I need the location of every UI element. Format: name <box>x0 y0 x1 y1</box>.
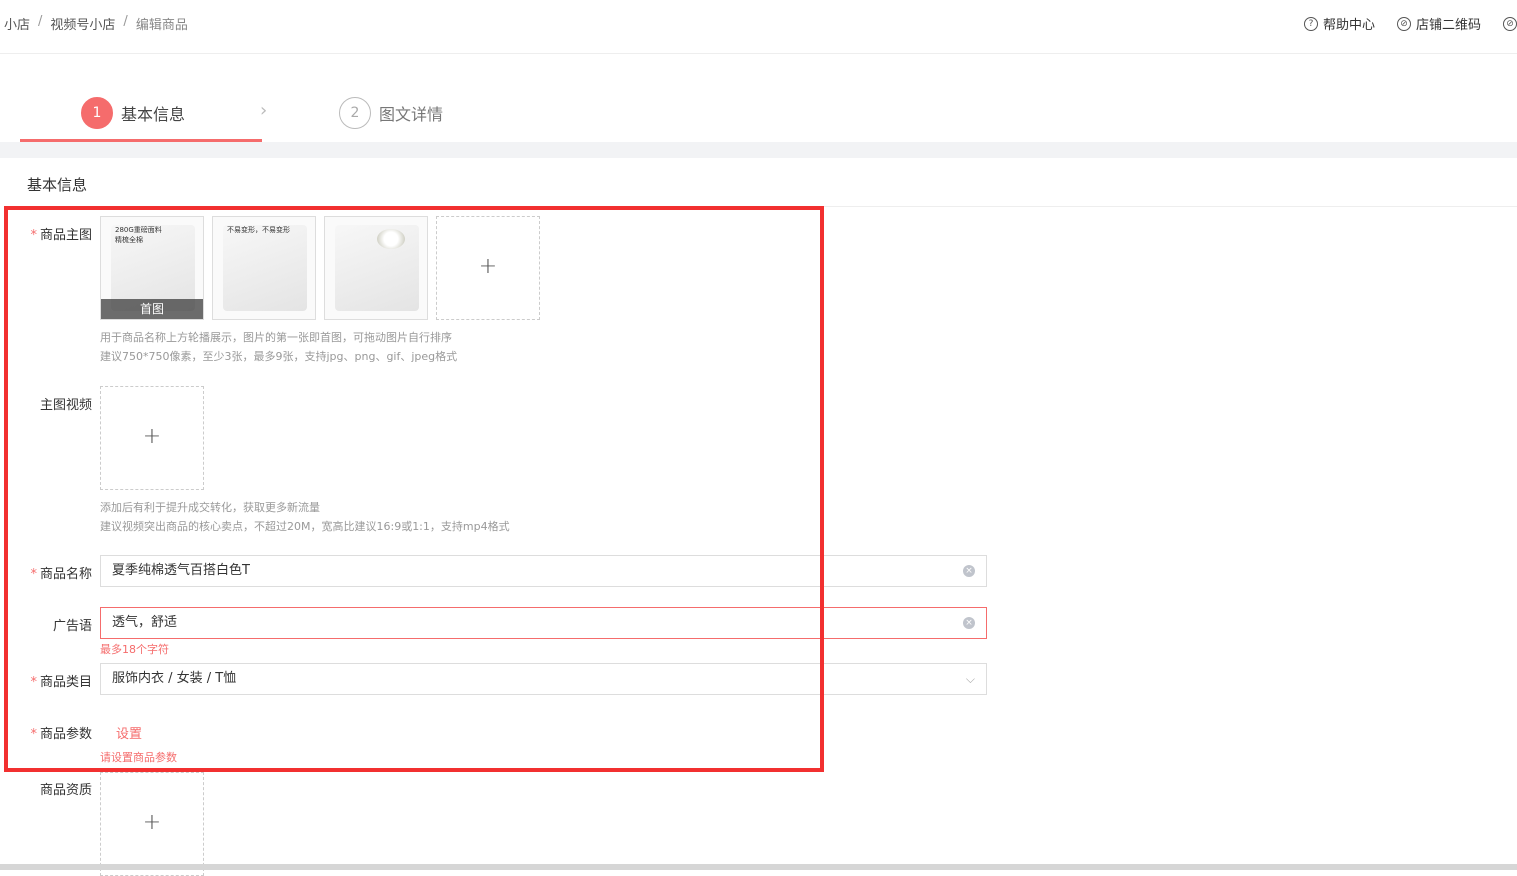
required-mark: * <box>30 675 37 690</box>
image-caption: 280G重磅面料 精梳全棉 <box>115 226 162 244</box>
slogan-input[interactable]: 透气，舒适 × <box>100 607 987 639</box>
more-link[interactable]: ⊘ <box>1503 14 1517 33</box>
clear-icon[interactable]: × <box>963 565 975 577</box>
product-name-input[interactable]: 夏季纯棉透气百搭白色T × <box>100 555 987 587</box>
shop-qrcode-link[interactable]: ⊘ 店铺二维码 <box>1396 14 1481 33</box>
link-icon: ⊘ <box>1396 16 1411 31</box>
add-image-button[interactable]: + <box>436 216 540 320</box>
chevron-right-icon: › <box>260 100 268 121</box>
cotton-flower-image <box>377 229 405 249</box>
top-actions: ? 帮助中心 ⊘ 店铺二维码 ⊘ <box>1303 14 1517 33</box>
main-image-thumb[interactable]: 280G重磅面料 精梳全棉 首图 <box>100 216 204 320</box>
section-title: 基本信息 <box>27 176 88 194</box>
divider-band <box>0 142 1517 158</box>
main-image-thumb[interactable]: 不易变形，不易变形 <box>212 216 316 320</box>
main-image-label: * 商品主图 <box>30 228 92 243</box>
input-value: 透气，舒适 <box>112 615 178 630</box>
select-value: 服饰内衣 / 女装 / T恤 <box>112 671 237 686</box>
category-select[interactable]: 服饰内衣 / 女装 / T恤 ⌵ <box>100 663 987 695</box>
steps-nav: 1 基本信息 › 2 图文详情 <box>20 88 1517 142</box>
required-mark: * <box>30 228 37 243</box>
help-center-label: 帮助中心 <box>1322 18 1375 33</box>
step-number: 2 <box>339 97 371 129</box>
breadcrumb-current: 编辑商品 <box>135 18 188 33</box>
step-detail[interactable]: 2 图文详情 <box>339 97 443 129</box>
tshirt-image <box>223 225 307 311</box>
main-image-hint: 用于商品名称上方轮播展示，图片的第一张即首图，可拖动图片自行排序 建议750*7… <box>100 331 458 363</box>
qualification-label: 商品资质 <box>39 783 92 798</box>
cover-badge: 首图 <box>101 299 203 319</box>
params-error: 请设置商品参数 <box>100 751 177 764</box>
breadcrumb-video-shop[interactable]: 视频号小店 <box>50 14 115 33</box>
shop-qrcode-label: 店铺二维码 <box>1415 18 1481 33</box>
image-caption: 不易变形，不易变形 <box>227 226 290 234</box>
divider <box>12 206 1517 207</box>
video-hint: 添加后有利于提升成交转化，获取更多新流量 建议视频突出商品的核心卖点，不超过20… <box>100 501 510 533</box>
step-label: 基本信息 <box>121 105 186 124</box>
step-number: 1 <box>81 97 113 129</box>
chevron-down-icon: ⌵ <box>965 672 975 686</box>
question-icon: ? <box>1303 16 1318 31</box>
breadcrumb-separator: / <box>123 14 128 29</box>
category-label: * 商品类目 <box>30 675 92 690</box>
required-mark: * <box>30 567 37 582</box>
add-video-button[interactable]: + <box>100 386 204 490</box>
breadcrumb: 小店 / 视频号小店 / 编辑商品 <box>4 14 188 33</box>
main-image-thumb[interactable] <box>324 216 428 320</box>
link-icon: ⊘ <box>1503 16 1517 31</box>
help-center-link[interactable]: ? 帮助中心 <box>1303 14 1375 33</box>
breadcrumb-shop[interactable]: 小店 <box>4 14 30 33</box>
input-value: 夏季纯棉透气百搭白色T <box>112 563 250 578</box>
params-settings-link[interactable]: 设置 <box>116 723 142 742</box>
video-label: 主图视频 <box>39 398 92 413</box>
basic-info-card: 基本信息 * 商品主图 280G重磅面料 精梳全棉 首图 不易变形，不易变形 + … <box>12 158 1517 876</box>
breadcrumb-separator: / <box>38 14 43 29</box>
required-mark: * <box>30 727 37 742</box>
top-bar: 小店 / 视频号小店 / 编辑商品 ? 帮助中心 ⊘ 店铺二维码 ⊘ <box>0 0 1517 54</box>
add-qualification-button[interactable]: + <box>100 772 204 876</box>
product-name-label: * 商品名称 <box>30 567 92 582</box>
slogan-label: 广告语 <box>52 619 92 634</box>
slogan-error: 最多18个字符 <box>100 643 169 656</box>
clear-icon[interactable]: × <box>963 617 975 629</box>
params-label: * 商品参数 <box>30 727 92 742</box>
step-basic-info[interactable]: 1 基本信息 <box>81 97 185 129</box>
horizontal-scrollbar[interactable] <box>0 864 1517 870</box>
step-label: 图文详情 <box>379 105 444 124</box>
